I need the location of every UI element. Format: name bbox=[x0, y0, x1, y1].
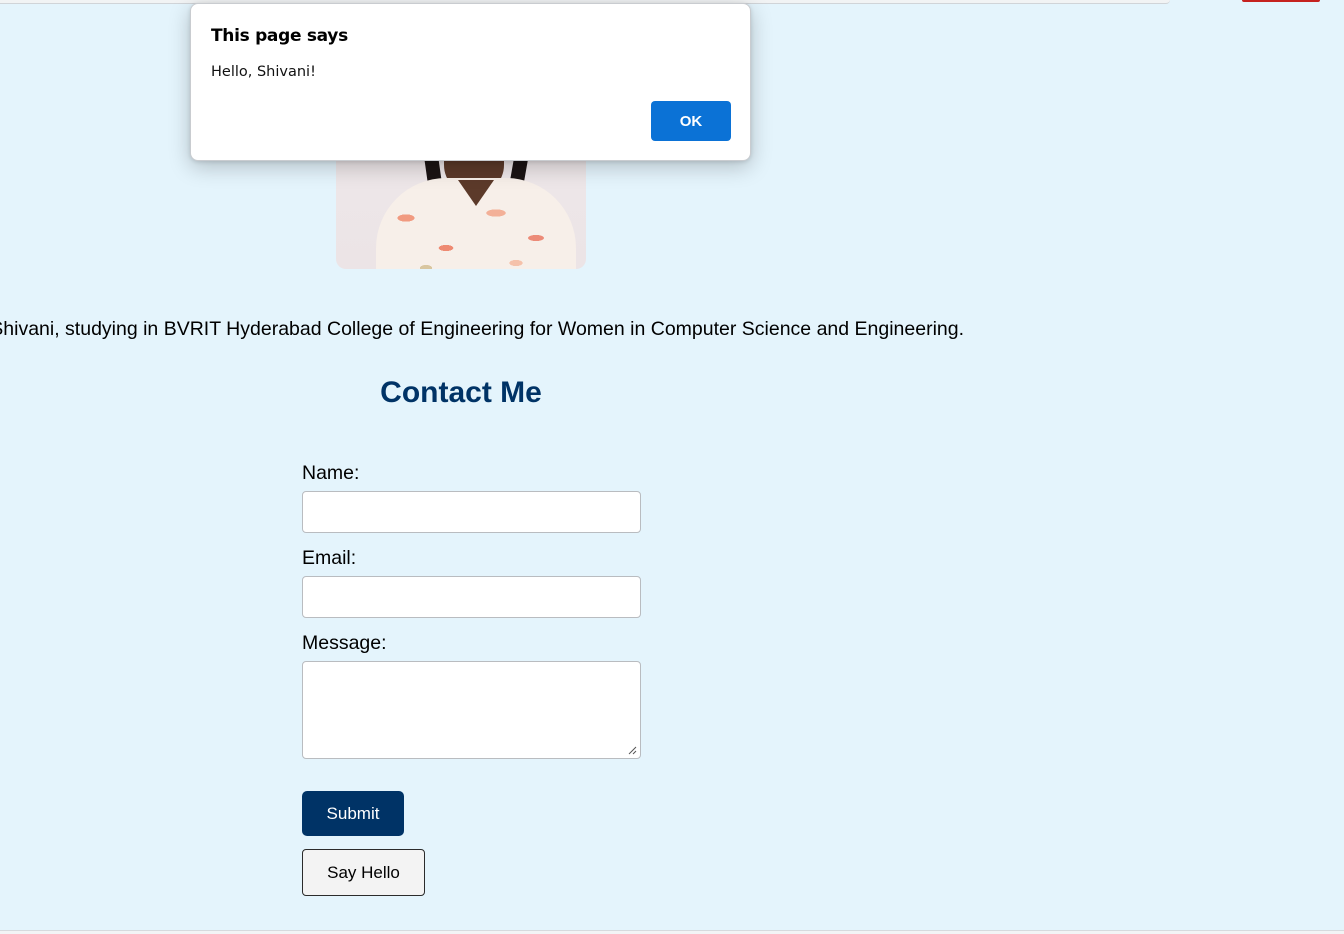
browser-top-red-accent bbox=[1242, 0, 1320, 2]
alert-dialog: This page says Hello, Shivani! OK bbox=[190, 3, 751, 161]
dialog-ok-button[interactable]: OK bbox=[651, 101, 731, 141]
message-label: Message: bbox=[302, 632, 387, 654]
dialog-message: Hello, Shivani! bbox=[211, 64, 316, 80]
say-hello-button[interactable]: Say Hello bbox=[302, 849, 425, 896]
name-label: Name: bbox=[302, 462, 360, 484]
email-input[interactable] bbox=[302, 576, 641, 618]
message-textarea[interactable] bbox=[302, 661, 641, 759]
contact-heading: Contact Me bbox=[380, 376, 542, 409]
name-input[interactable] bbox=[302, 491, 641, 533]
submit-button[interactable]: Submit bbox=[302, 791, 404, 836]
page-bottom-rule bbox=[0, 930, 1344, 934]
email-label: Email: bbox=[302, 547, 357, 569]
photo-collar bbox=[458, 180, 494, 206]
intro-text: e Shivani, studying in BVRIT Hyderabad C… bbox=[0, 318, 965, 340]
dialog-title: This page says bbox=[211, 26, 348, 46]
